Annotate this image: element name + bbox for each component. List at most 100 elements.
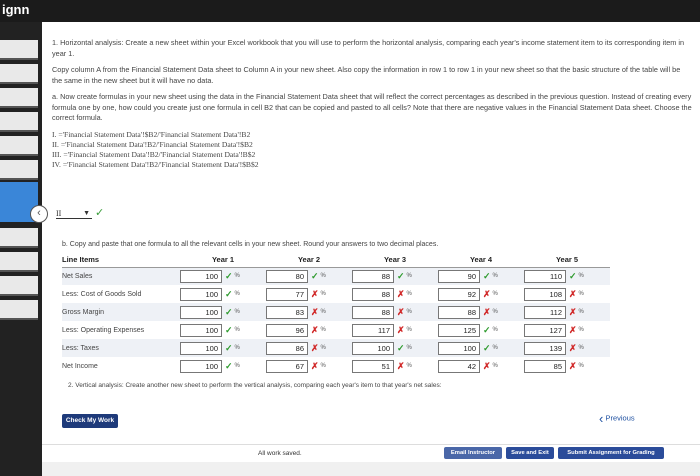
save-and-exit-button[interactable]: Save and Exit — [506, 447, 554, 459]
percent-sign: % — [320, 273, 326, 280]
answer-input[interactable]: 51 — [352, 359, 394, 373]
percent-sign: % — [492, 345, 498, 351]
check-icon: ✓ — [483, 270, 491, 281]
percent-sign: % — [406, 363, 412, 369]
answer-input[interactable]: 80 — [266, 269, 308, 283]
answer-cell: 88 ✓% — [352, 269, 438, 283]
email-instructor-button[interactable]: Email Instructor — [444, 447, 502, 459]
answer-input[interactable]: 90 — [438, 269, 480, 283]
percent-sign: % — [578, 291, 584, 297]
percent-sign: % — [234, 309, 240, 315]
answer-input[interactable]: 88 — [438, 305, 480, 319]
table-row: Gross Margin 100 ✓% 83 ✗% 88 ✗% 88 ✗% 112 ✗% — [62, 303, 610, 321]
nav-tab[interactable] — [0, 64, 38, 84]
answer-cell: 117 ✗% — [352, 323, 438, 337]
row-label: Gross Margin — [62, 303, 180, 321]
submit-assignment-button[interactable]: Submit Assignment for Grading — [558, 447, 664, 459]
check-my-work-button[interactable]: Check My Work — [62, 414, 118, 428]
answer-cell: 90 ✓% — [438, 269, 524, 283]
option-1: I. ='Financial Statement Data'!$B2/'Fina… — [52, 129, 251, 139]
answer-cell: 83 ✗% — [266, 305, 352, 319]
answer-input[interactable]: 110 — [524, 269, 566, 283]
answer-input[interactable]: 77 — [266, 287, 308, 301]
check-icon: ✓ — [225, 324, 233, 335]
answer-input[interactable]: 100 — [180, 323, 222, 337]
cross-icon: ✗ — [569, 360, 577, 371]
check-icon: ✓ — [95, 207, 105, 219]
percent-sign: % — [578, 273, 584, 280]
line-items-header: Line Items — [62, 252, 180, 268]
cross-icon: ✗ — [397, 360, 405, 371]
top-bar: ignn — [0, 0, 700, 22]
answer-input[interactable]: 96 — [266, 323, 308, 337]
answer-input[interactable]: 100 — [352, 341, 394, 355]
year-header: Year 5 — [524, 252, 610, 268]
answer-input[interactable]: 112 — [524, 305, 566, 319]
answer-dropdown[interactable]: II ▼ — [56, 209, 92, 219]
nav-tab[interactable] — [0, 136, 38, 156]
answer-input[interactable]: 86 — [266, 341, 308, 355]
percent-sign: % — [234, 273, 240, 280]
answer-input[interactable]: 127 — [524, 323, 566, 337]
intro-text: 1. Horizontal analysis: Create a new she… — [52, 38, 685, 58]
check-icon: ✓ — [397, 270, 405, 281]
chevron-down-icon: ▼ — [83, 209, 90, 217]
nav-tab[interactable] — [0, 88, 38, 108]
copy-instructions: Copy column A from the Financial Stateme… — [52, 65, 681, 85]
year-header: Year 2 — [266, 252, 352, 268]
answer-input[interactable]: 88 — [352, 269, 394, 283]
percent-sign: % — [234, 327, 240, 333]
answer-input[interactable]: 125 — [438, 323, 480, 337]
cross-icon: ✗ — [311, 342, 319, 353]
percent-sign: % — [578, 309, 584, 315]
nav-tab[interactable] — [0, 112, 38, 132]
percent-sign: % — [406, 327, 412, 333]
nav-tab[interactable] — [0, 276, 38, 296]
nav-tab[interactable] — [0, 228, 38, 248]
answer-input[interactable]: 88 — [352, 287, 394, 301]
percent-sign: % — [320, 345, 326, 351]
answer-cell: 100 ✓% — [180, 359, 266, 373]
percent-sign: % — [578, 327, 584, 333]
answer-input[interactable]: 100 — [180, 341, 222, 355]
answer-input[interactable]: 100 — [180, 287, 222, 301]
answer-input[interactable]: 100 — [438, 341, 480, 355]
formula-options: I. ='Financial Statement Data'!$B2/'Fina… — [52, 130, 692, 171]
part-b-text: b. Copy and paste that one formula to al… — [62, 241, 439, 248]
answer-input[interactable]: 100 — [180, 359, 222, 373]
answer-input[interactable]: 108 — [524, 287, 566, 301]
nav-tab[interactable] — [0, 40, 38, 60]
row-label: Less: Operating Expenses — [62, 326, 145, 334]
previous-button[interactable]: ‹ Previous — [599, 411, 635, 426]
answer-input[interactable]: 42 — [438, 359, 480, 373]
chevron-left-icon[interactable]: ‹ — [30, 205, 48, 223]
nav-tab[interactable] — [0, 252, 38, 272]
answer-input[interactable]: 67 — [266, 359, 308, 373]
answer-input[interactable]: 100 — [180, 269, 222, 283]
answer-input[interactable]: 88 — [352, 305, 394, 319]
answer-cell: 100 ✓% — [180, 305, 266, 319]
nav-tab[interactable] — [0, 160, 38, 180]
cross-icon: ✗ — [569, 306, 577, 317]
answer-input[interactable]: 139 — [524, 341, 566, 355]
answer-cell: 100 ✓% — [352, 341, 438, 355]
answer-cell: 88 ✗% — [352, 287, 438, 301]
check-icon: ✓ — [225, 360, 233, 371]
percent-sign: % — [492, 273, 498, 280]
check-icon: ✓ — [569, 270, 577, 281]
nav-tab[interactable] — [0, 300, 38, 320]
answer-input[interactable]: 83 — [266, 305, 308, 319]
chevron-left-icon: ‹ — [599, 411, 604, 426]
answer-cell: 139 ✗% — [524, 341, 610, 355]
answer-cell: 108 ✗% — [524, 287, 610, 301]
part-a-text: a. Now create formulas in your new sheet… — [52, 92, 692, 122]
table-row: Less: Cost of Goods Sold 100 ✓% 77 ✗% 88 ✗% 92 ✗… — [62, 285, 610, 303]
answer-input[interactable]: 100 — [180, 305, 222, 319]
answer-input[interactable]: 85 — [524, 359, 566, 373]
answer-input[interactable]: 92 — [438, 287, 480, 301]
answer-cell: 100 ✓% — [438, 341, 524, 355]
cross-icon: ✗ — [397, 324, 405, 335]
check-icon: ✓ — [225, 342, 233, 353]
answer-input[interactable]: 117 — [352, 323, 394, 337]
cross-icon: ✗ — [569, 324, 577, 335]
